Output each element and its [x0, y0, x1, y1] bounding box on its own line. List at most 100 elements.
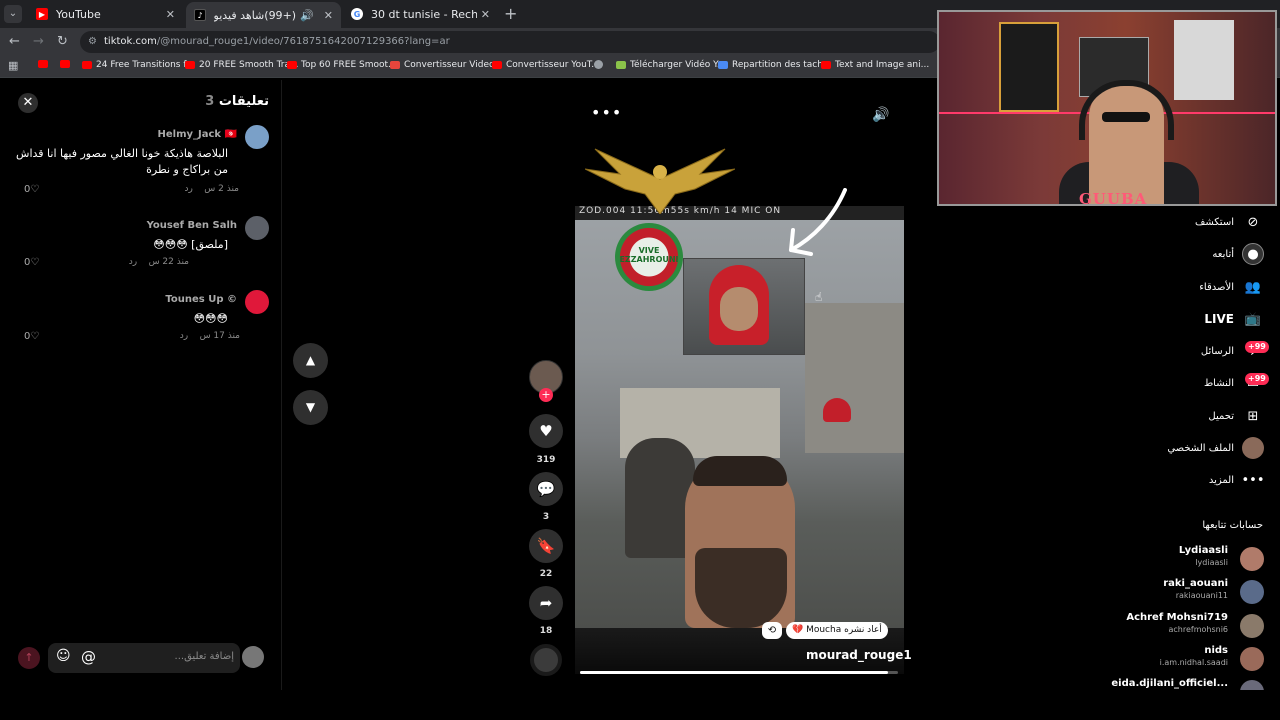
bookmark-item[interactable]: Télécharger Vidéo Y... [616, 60, 725, 70]
volume-icon[interactable]: 🔊 [872, 107, 889, 123]
site-info-icon[interactable]: ⚙ [88, 31, 97, 53]
comment-meta: منذ 2 س رد [184, 184, 239, 194]
bookmark-item[interactable] [594, 60, 607, 69]
comment-like[interactable]: 0♡ [24, 331, 39, 342]
close-tab-icon[interactable]: ✕ [324, 9, 333, 22]
avatar[interactable] [245, 216, 269, 240]
comment-text: 😳😳😳 [193, 312, 228, 325]
comment-text: البلاصة هاذيكة خونا الغالي مصور فيها انا… [16, 147, 228, 176]
comment-count: 3 [542, 512, 550, 522]
nav-explore[interactable]: ⊘ استكشف [1195, 211, 1264, 233]
following-account[interactable]: Lydiaasli lydiaasli [1044, 545, 1264, 575]
like-count: 319 [536, 455, 556, 465]
docs-icon [718, 61, 728, 69]
following-account[interactable]: Achref Mohsni719 achrefmohsni6 [1044, 612, 1264, 642]
avatar [1240, 647, 1264, 671]
close-tab-icon[interactable]: ✕ [481, 8, 490, 21]
url-input[interactable]: ⚙ tiktok.com/@mourad_rouge1/video/761875… [80, 31, 940, 53]
tab-youtube[interactable]: ▶ YouTube ✕ [28, 3, 183, 25]
bookmark-item[interactable]: Repartition des tach... [718, 60, 832, 70]
post-comment-button[interactable]: ↑ [18, 647, 40, 669]
nav-profile[interactable]: الملف الشخصي [1167, 437, 1264, 459]
comment-like[interactable]: 0♡ [24, 257, 39, 268]
bookmark-button[interactable]: 🔖 [529, 529, 563, 563]
close-tab-icon[interactable]: ✕ [166, 8, 175, 21]
google-icon: G [351, 8, 363, 20]
emoji-icon[interactable]: ☺ [56, 648, 71, 664]
bookmark-item[interactable]: 20 FREE Smooth Tra... [185, 60, 299, 70]
following-icon: ● [1242, 243, 1264, 265]
tab-title: 30 dt tunisie - Recherche Goog [371, 7, 477, 21]
mention-icon[interactable]: @ [81, 648, 96, 666]
tab-search-chevron-icon[interactable]: ⌄ [4, 5, 22, 23]
previous-video-button[interactable]: ▲ [293, 343, 328, 378]
progress-fill [580, 671, 889, 674]
bookmark-item[interactable]: Text and Image ani... [821, 60, 929, 70]
forward-arrow-icon[interactable]: → [33, 34, 44, 49]
follow-plus-icon[interactable]: + [539, 388, 553, 402]
bookmark-item[interactable]: Convertisseur YouT... [492, 60, 600, 70]
comment-input[interactable]: ☺ @ إضافة تعليق... [48, 643, 240, 673]
repost-user: Moucha 💔 [792, 625, 842, 635]
download-icon [616, 61, 626, 69]
youtube-icon [287, 61, 297, 69]
reply-button[interactable]: رد [180, 331, 188, 341]
apps-grid-icon[interactable]: ▦ [8, 59, 18, 72]
new-tab-button[interactable]: + [504, 4, 517, 23]
following-account[interactable]: eida.djilani_officiel... [1044, 678, 1264, 690]
comment-meta: منذ 17 س رد [179, 331, 240, 341]
music-disc-icon[interactable] [530, 644, 562, 676]
nav-more[interactable]: ••• المزيد [1209, 469, 1265, 491]
arrow-annotation-icon [789, 188, 847, 256]
bookmark-item[interactable]: Top 60 FREE Smoot... [287, 60, 397, 70]
comments-panel: ✕ تعليقات 3 Helmy_Jack 🇹🇳 البلاصة هاذيكة… [0, 80, 282, 690]
nav-live[interactable]: 📺 LIVE [1204, 308, 1264, 330]
comment-username[interactable]: Helmy_Jack 🇹🇳 [158, 129, 238, 140]
comments-count: 3 [205, 94, 215, 109]
repost-chip[interactable]: أعاد نشره Moucha 💔 [786, 622, 888, 639]
close-comments-button[interactable]: ✕ [18, 93, 38, 113]
bookmark-item[interactable]: 24 Free Transitions f... [82, 60, 194, 70]
profile-icon [1242, 437, 1264, 459]
video-author[interactable]: mourad_rouge1 [806, 648, 912, 662]
next-video-button[interactable]: ▼ [293, 390, 328, 425]
video-player[interactable]: ZOD.004 11:56m55s km/h 14 MIC ON VIVE EZ… [575, 128, 904, 674]
following-account[interactable]: raki_aouani rakiaouani11 [1044, 578, 1264, 608]
avatar [1240, 614, 1264, 638]
back-arrow-icon[interactable]: ← [9, 34, 20, 49]
inset-image [683, 258, 805, 355]
tab-title: YouTube [56, 7, 101, 21]
following-account[interactable]: nids i.am.nidhal.saadi [1044, 645, 1264, 675]
reply-button[interactable]: رد [184, 184, 192, 194]
streamer-logo: GUUBA [1079, 190, 1148, 206]
reload-icon[interactable]: ↻ [57, 34, 68, 49]
tab-tiktok[interactable]: ♪ (+99)شاهد فيديوهات متصدر 🔊 ✕ [186, 2, 341, 28]
video-progress-bar[interactable] [580, 671, 898, 674]
save-count: 22 [539, 569, 553, 579]
comment-button[interactable]: 💬 [529, 472, 563, 506]
nav-friends[interactable]: 👥 الأصدقاء [1199, 276, 1264, 298]
url-path: /@mourad_rouge1/video/761875164200712936… [156, 36, 450, 47]
streamer-webcam: GUUBA [937, 10, 1277, 206]
avatar[interactable] [245, 125, 269, 149]
repost-icon[interactable]: ⟲ [762, 622, 782, 639]
avatar[interactable] [245, 290, 269, 314]
avatar[interactable] [242, 646, 264, 668]
activity-badge: +99 [1245, 373, 1269, 385]
like-button[interactable]: ♥ [529, 414, 563, 448]
youtube-icon [821, 61, 831, 69]
bookmark-item[interactable] [60, 60, 74, 68]
nav-upload[interactable]: ⊞ تحميل [1208, 405, 1264, 427]
comment-username[interactable]: Yousef Ben Salh [147, 220, 237, 231]
comment-like[interactable]: 0♡ [24, 184, 39, 195]
tab-audio-icon[interactable]: 🔊 [300, 9, 314, 22]
reply-button[interactable]: رد [129, 257, 137, 267]
share-button[interactable]: ➦ [529, 586, 563, 620]
bookmark-item[interactable]: Convertisseur Video... [390, 60, 503, 70]
tab-google[interactable]: G 30 dt tunisie - Recherche Goog ✕ [343, 3, 498, 25]
nav-following[interactable]: ● أتابعه [1212, 243, 1264, 265]
heart-icon: ♡ [30, 257, 40, 268]
more-options-icon[interactable]: ••• [591, 103, 622, 122]
bookmark-item[interactable] [38, 60, 52, 68]
comment-username[interactable]: Tounes Up © [165, 294, 237, 305]
